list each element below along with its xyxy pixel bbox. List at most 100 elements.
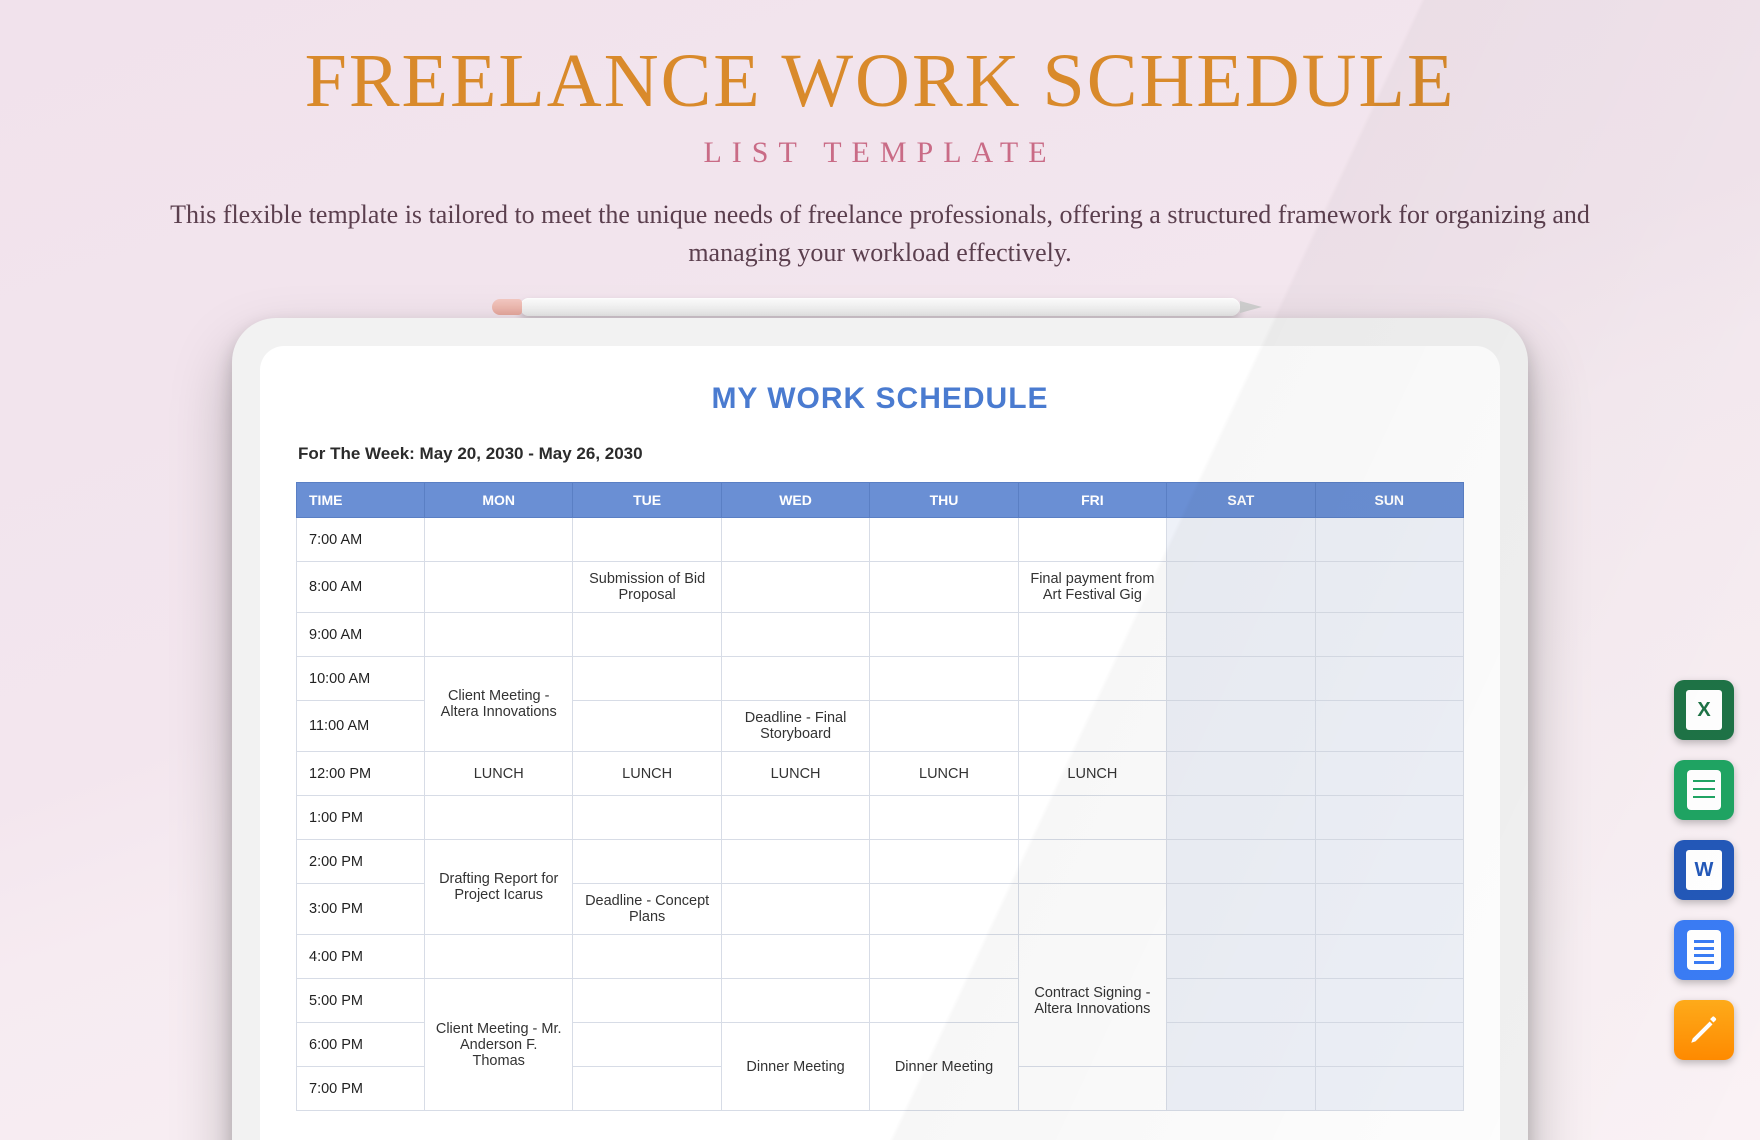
cell <box>870 840 1018 884</box>
hero-subtitle: LIST TEMPLATE <box>0 136 1760 170</box>
cell-weekend <box>1167 701 1315 752</box>
cell-weekend <box>1167 518 1315 562</box>
cell <box>573 701 721 752</box>
cell <box>721 796 869 840</box>
cell <box>573 979 721 1023</box>
table-row: 8:00 AM Submission of Bid Proposal Final… <box>297 562 1464 613</box>
word-icon[interactable]: W <box>1674 840 1734 900</box>
cell <box>573 1067 721 1111</box>
time-cell: 2:00 PM <box>297 840 425 884</box>
cell <box>1018 884 1166 935</box>
cell <box>870 613 1018 657</box>
cell <box>573 1023 721 1067</box>
cell <box>870 701 1018 752</box>
cell-weekend <box>1167 1067 1315 1111</box>
col-thu: THU <box>870 483 1018 518</box>
cell <box>870 657 1018 701</box>
cell <box>1018 701 1166 752</box>
cell <box>721 657 869 701</box>
cell <box>1018 796 1166 840</box>
google-docs-icon[interactable] <box>1674 920 1734 980</box>
event-cell: Dinner Meeting <box>721 1023 869 1111</box>
schedule-table: TIME MON TUE WED THU FRI SAT SUN 7:00 AM <box>296 482 1464 1111</box>
table-row: 1:00 PM <box>297 796 1464 840</box>
document-canvas: MY WORK SCHEDULE For The Week: May 20, 2… <box>260 346 1500 1140</box>
cell-weekend <box>1167 979 1315 1023</box>
google-sheets-icon[interactable] <box>1674 760 1734 820</box>
table-row: 10:00 AM Client Meeting - Altera Innovat… <box>297 657 1464 701</box>
cell <box>1018 518 1166 562</box>
event-cell: Client Meeting - Mr. Anderson F. Thomas <box>425 979 573 1111</box>
event-cell: Submission of Bid Proposal <box>573 562 721 613</box>
cell <box>573 840 721 884</box>
event-cell: Contract Signing - Altera Innovations <box>1018 935 1166 1067</box>
time-cell: 3:00 PM <box>297 884 425 935</box>
time-cell: 9:00 AM <box>297 613 425 657</box>
document-week-range: For The Week: May 20, 2030 - May 26, 203… <box>298 444 1464 464</box>
cell <box>425 518 573 562</box>
col-time: TIME <box>297 483 425 518</box>
format-icon-list: X W <box>1674 680 1734 1060</box>
cell-weekend <box>1167 840 1315 884</box>
cell <box>870 562 1018 613</box>
cell <box>721 840 869 884</box>
time-cell: 12:00 PM <box>297 752 425 796</box>
cell-weekend <box>1167 796 1315 840</box>
cell <box>573 518 721 562</box>
time-cell: 1:00 PM <box>297 796 425 840</box>
time-cell: 7:00 AM <box>297 518 425 562</box>
event-cell: LUNCH <box>1018 752 1166 796</box>
table-row: 2:00 PM Drafting Report for Project Icar… <box>297 840 1464 884</box>
event-cell: LUNCH <box>721 752 869 796</box>
table-row: 5:00 PM Client Meeting - Mr. Anderson F.… <box>297 979 1464 1023</box>
hero-description: This flexible template is tailored to me… <box>170 196 1590 271</box>
cell <box>870 935 1018 979</box>
col-mon: MON <box>425 483 573 518</box>
event-cell: Deadline - Final Storyboard <box>721 701 869 752</box>
template-preview-stage: FREELANCE WORK SCHEDULE LIST TEMPLATE Th… <box>0 0 1760 1140</box>
apple-pages-icon[interactable] <box>1674 1000 1734 1060</box>
cell <box>573 935 721 979</box>
col-sat: SAT <box>1167 483 1315 518</box>
event-cell: Deadline - Concept Plans <box>573 884 721 935</box>
cell-weekend <box>1167 1023 1315 1067</box>
col-fri: FRI <box>1018 483 1166 518</box>
cell <box>425 935 573 979</box>
cell <box>573 613 721 657</box>
cell <box>721 979 869 1023</box>
cell <box>721 884 869 935</box>
table-row: 4:00 PM Contract Signing - Altera Innova… <box>297 935 1464 979</box>
cell <box>425 613 573 657</box>
tablet-frame: MY WORK SCHEDULE For The Week: May 20, 2… <box>232 318 1528 1140</box>
cell <box>1018 657 1166 701</box>
time-cell: 4:00 PM <box>297 935 425 979</box>
cell-weekend <box>1167 884 1315 935</box>
cell-weekend <box>1167 935 1315 979</box>
cell-weekend <box>1315 752 1463 796</box>
event-cell: Client Meeting - Altera Innovations <box>425 657 573 752</box>
cell <box>721 518 869 562</box>
cell <box>870 979 1018 1023</box>
col-wed: WED <box>721 483 869 518</box>
time-cell: 6:00 PM <box>297 1023 425 1067</box>
cell-weekend <box>1315 884 1463 935</box>
excel-icon[interactable]: X <box>1674 680 1734 740</box>
apple-pencil-graphic <box>520 298 1240 316</box>
cell-weekend <box>1315 562 1463 613</box>
event-cell: LUNCH <box>870 752 1018 796</box>
cell <box>573 796 721 840</box>
time-cell: 8:00 AM <box>297 562 425 613</box>
event-cell: LUNCH <box>425 752 573 796</box>
table-row: 9:00 AM <box>297 613 1464 657</box>
cell-weekend <box>1315 1067 1463 1111</box>
cell <box>573 657 721 701</box>
table-row: 12:00 PM LUNCH LUNCH LUNCH LUNCH LUNCH <box>297 752 1464 796</box>
word-glyph: W <box>1686 850 1722 890</box>
cell <box>1018 613 1166 657</box>
cell <box>721 935 869 979</box>
excel-glyph: X <box>1686 690 1722 730</box>
cell-weekend <box>1315 979 1463 1023</box>
cell-weekend <box>1315 518 1463 562</box>
cell <box>870 518 1018 562</box>
cell-weekend <box>1315 1023 1463 1067</box>
